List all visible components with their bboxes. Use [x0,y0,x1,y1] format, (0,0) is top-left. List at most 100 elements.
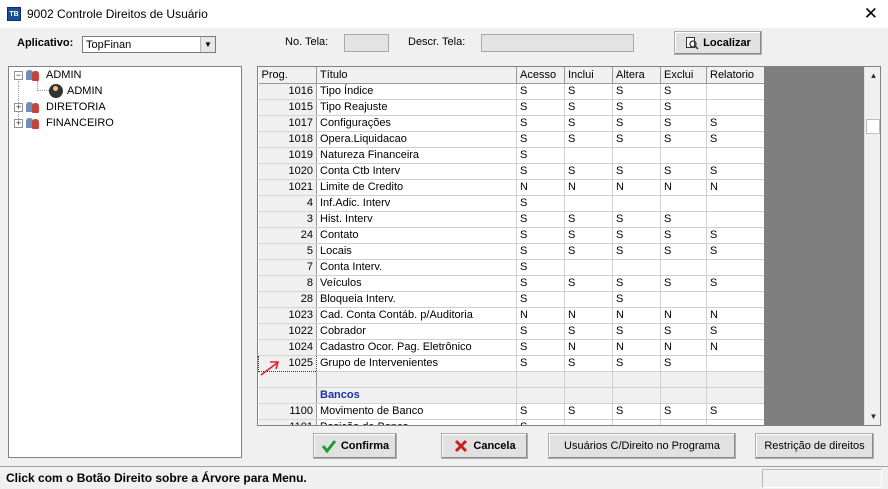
cell-acesso[interactable] [516,371,565,388]
cell-inclui[interactable] [564,387,613,404]
restricao-direitos-button[interactable]: Restrição de direitos [755,433,874,459]
cell-inclui[interactable] [564,371,613,388]
cell-titulo[interactable]: Cadastro Ocor. Pag. Eletrônico [316,339,517,356]
table-row[interactable]: 1100 Movimento de Banco S S S S S [258,403,765,420]
table-row[interactable]: 1024 Cadastro Ocor. Pag. Eletrônico S N N N N [258,339,765,356]
cell-relatorio[interactable]: S [706,131,765,148]
cell-inclui[interactable] [564,419,613,425]
cell-prog[interactable]: 7 [258,259,317,276]
cell-inclui[interactable]: S [564,275,613,292]
cell-relatorio[interactable] [706,355,765,372]
cell-inclui[interactable]: S [564,99,613,116]
cell-relatorio[interactable] [706,195,765,212]
expand-icon[interactable]: + [14,102,23,112]
cell-acesso[interactable]: S [516,131,565,148]
cell-relatorio[interactable] [706,83,765,100]
cell-exclui[interactable]: S [660,211,707,228]
cell-altera[interactable]: S [612,275,661,292]
cell-exclui[interactable]: S [660,243,707,260]
cell-titulo[interactable]: Grupo de Intervenientes [316,355,517,372]
cell-acesso[interactable]: S [516,195,565,212]
cell-altera[interactable]: N [612,339,661,356]
table-row[interactable]: 8 Veículos S S S S S [258,275,765,292]
cell-titulo[interactable]: Natureza Financeira [316,147,517,164]
cell-inclui[interactable] [564,291,613,308]
cell-titulo[interactable]: Hist. Interv [316,211,517,228]
cell-altera[interactable]: S [612,403,661,420]
table-row[interactable]: Bancos [258,387,765,404]
cell-titulo[interactable]: Inf.Adic. Interv [316,195,517,212]
cell-inclui[interactable]: S [564,115,613,132]
table-row[interactable]: 24 Contato S S S S S [258,227,765,244]
cell-exclui[interactable]: S [660,355,707,372]
cell-inclui[interactable]: N [564,179,613,196]
permissions-grid[interactable]: Prog. Título Acesso Inclui Altera Exclui… [257,66,881,426]
col-header-prog[interactable]: Prog. [258,67,317,84]
aplicativo-select[interactable]: TopFinan ▼ [82,36,216,53]
cell-relatorio[interactable]: N [706,307,765,324]
cell-prog[interactable]: 1015 [258,99,317,116]
cell-titulo[interactable]: Bancos [316,387,517,404]
col-header-inclui[interactable]: Inclui [564,67,613,84]
cell-prog[interactable]: 1023 [258,307,317,324]
cell-inclui[interactable]: S [564,211,613,228]
table-row[interactable]: 1023 Cad. Conta Contáb. p/Auditoria N N N N N [258,307,765,324]
table-row[interactable] [258,371,765,388]
cell-acesso[interactable]: S [516,275,565,292]
cell-prog[interactable]: 8 [258,275,317,292]
cell-acesso[interactable]: S [516,147,565,164]
cell-relatorio[interactable]: S [706,163,765,180]
no-tela-field[interactable] [344,34,389,52]
cell-exclui[interactable] [660,419,707,425]
cell-prog[interactable]: 1101 [258,419,317,425]
cell-altera[interactable]: S [612,163,661,180]
col-header-titulo[interactable]: Título [316,67,517,84]
cell-exclui[interactable]: N [660,179,707,196]
col-header-acesso[interactable]: Acesso [516,67,565,84]
cell-altera[interactable] [612,259,661,276]
cell-relatorio[interactable] [706,99,765,116]
cell-titulo[interactable]: Opera.Liquidacao [316,131,517,148]
cell-relatorio[interactable] [706,259,765,276]
cell-prog[interactable]: 1022 [258,323,317,340]
cell-titulo[interactable]: Limite de Credito [316,179,517,196]
cell-relatorio[interactable] [706,387,765,404]
table-row[interactable]: 1101Posição de BancoS [258,419,765,425]
cell-exclui[interactable]: N [660,339,707,356]
cell-exclui[interactable]: S [660,163,707,180]
tree-node-admin-group[interactable]: − ADMIN [14,67,81,83]
table-row[interactable]: 3 Hist. Interv S S S S [258,211,765,228]
cell-relatorio[interactable]: S [706,243,765,260]
cell-titulo[interactable]: Contato [316,227,517,244]
cell-altera[interactable]: N [612,179,661,196]
cell-prog[interactable]: 28 [258,291,317,308]
cell-altera[interactable] [612,419,661,425]
table-row[interactable]: 1022 Cobrador S S S S S [258,323,765,340]
cell-acesso[interactable]: S [516,211,565,228]
cell-acesso[interactable]: S [516,243,565,260]
table-row[interactable]: 1016 Tipo Índice S S S S [258,83,765,100]
user-tree[interactable]: − ADMIN ADMIN + DIRETORIA + FINANCEIRO [8,66,242,458]
scroll-up-icon[interactable]: ▲ [865,67,880,84]
cell-titulo[interactable]: Conta Ctb Interv [316,163,517,180]
cell-acesso[interactable]: S [516,323,565,340]
cell-acesso[interactable]: S [516,163,565,180]
cell-titulo[interactable]: Tipo Índice [316,83,517,100]
cell-prog[interactable]: 1024 [258,339,317,356]
chevron-down-icon[interactable]: ▼ [200,37,215,52]
cell-prog[interactable]: 24 [258,227,317,244]
table-row[interactable]: 1015 Tipo Reajuste S S S S [258,99,765,116]
cell-prog[interactable]: 1017 [258,115,317,132]
col-header-exclui[interactable]: Exclui [660,67,707,84]
cell-inclui[interactable]: S [564,323,613,340]
cell-altera[interactable]: S [612,99,661,116]
cell-acesso[interactable]: S [516,227,565,244]
scroll-down-icon[interactable]: ▼ [865,408,880,425]
cell-altera[interactable] [612,387,661,404]
cell-exclui[interactable]: S [660,323,707,340]
cell-prog[interactable]: 1020 [258,163,317,180]
cell-relatorio[interactable]: N [706,179,765,196]
tree-node-diretoria[interactable]: + DIRETORIA [14,99,106,115]
cell-exclui[interactable]: N [660,307,707,324]
col-header-altera[interactable]: Altera [612,67,661,84]
